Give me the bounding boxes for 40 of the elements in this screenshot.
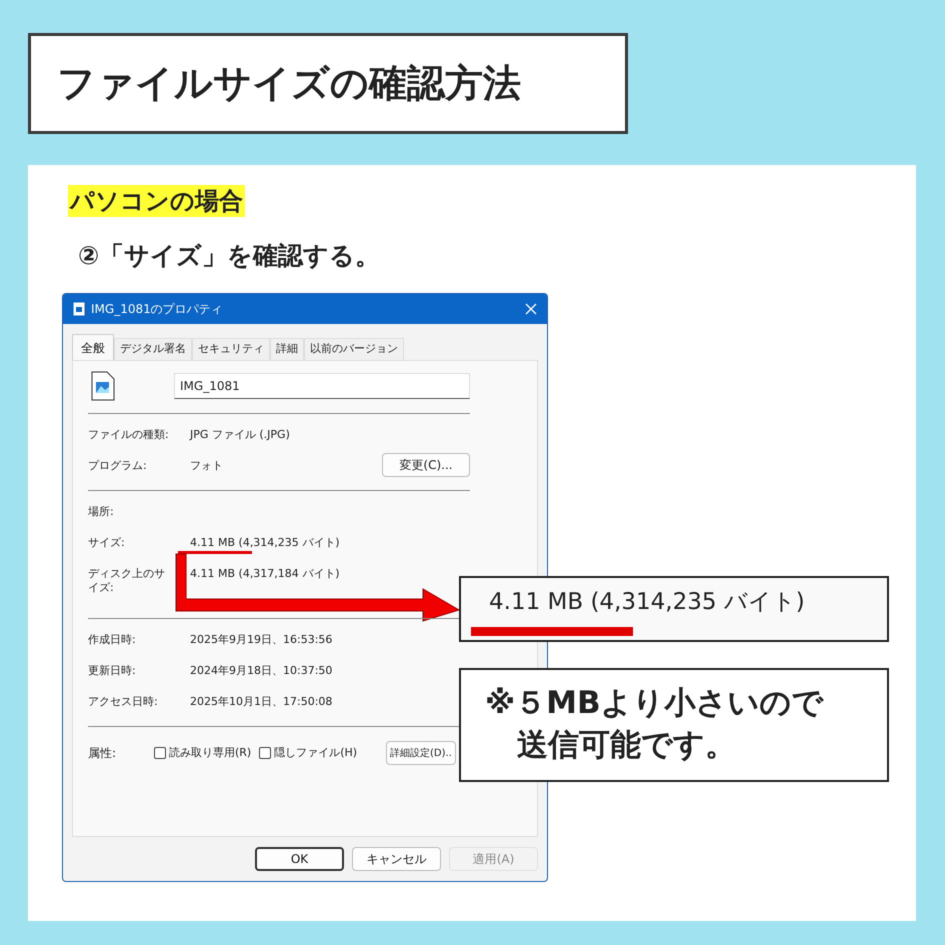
tab[interactable]: セキュリティ [192,338,270,360]
checkbox[interactable] [259,747,272,759]
field-value: JPG ファイル (.JPG) [190,427,290,442]
tab[interactable]: デジタル署名 [114,338,192,360]
note-text: 送信可能です。 [516,726,737,765]
field-value: 2024年9月18日、10:37:50 [190,663,332,678]
step-text: ②「サイズ」を確認する。 [77,240,382,272]
field-label: アクセス日時: [88,694,159,709]
field-label: 場所: [88,504,115,519]
field-value: 2025年9月19日、16:53:56 [190,632,332,647]
field-label: 作成日時: [88,632,137,647]
window-title: IMG_1081のプロパティ [91,301,224,318]
close-icon[interactable] [525,303,537,315]
tab[interactable]: 全般 [72,334,114,360]
tab[interactable]: 以前のバージョン [304,338,404,360]
field-label: ファイルの種類: [88,427,170,442]
dialog-button[interactable]: キャンセル [352,847,441,871]
field-label: 属性: [88,745,118,762]
image-file-icon [91,371,115,401]
file-name-field[interactable]: IMG_1081 [174,373,470,399]
change-button[interactable]: 変更(C)... [382,453,470,477]
checkbox-label: 隠しファイル(H) [274,744,358,761]
tab[interactable]: 詳細 [270,338,304,360]
note-text: ※５MBより小さいので [485,684,825,723]
dialog-button[interactable]: OK [255,847,344,871]
field-value: 4.11 MB (4,317,184 バイト) [190,566,340,581]
field-value: フォト [190,458,223,473]
title-banner: ファイルサイズの確認方法 [28,33,628,134]
field-label: ディスク上のサイズ: [88,566,166,595]
file-icon [73,302,85,316]
size-text: 4.11 MB (4,314,235 バイト) [489,589,805,615]
field-label: サイズ: [88,535,126,550]
field-label: プログラム: [88,458,148,473]
advanced-button[interactable]: 詳細設定(D).. [386,741,456,765]
field-value: 4.11 MB (4,314,235 バイト) [190,535,340,550]
field-value: 2025年10月1日、17:50:08 [190,694,332,709]
checkbox[interactable] [154,747,166,759]
field-label: 更新日時: [88,663,137,678]
checkbox-label: 読み取り専用(R) [169,744,252,761]
section-heading: パソコンの場合 [68,185,245,217]
